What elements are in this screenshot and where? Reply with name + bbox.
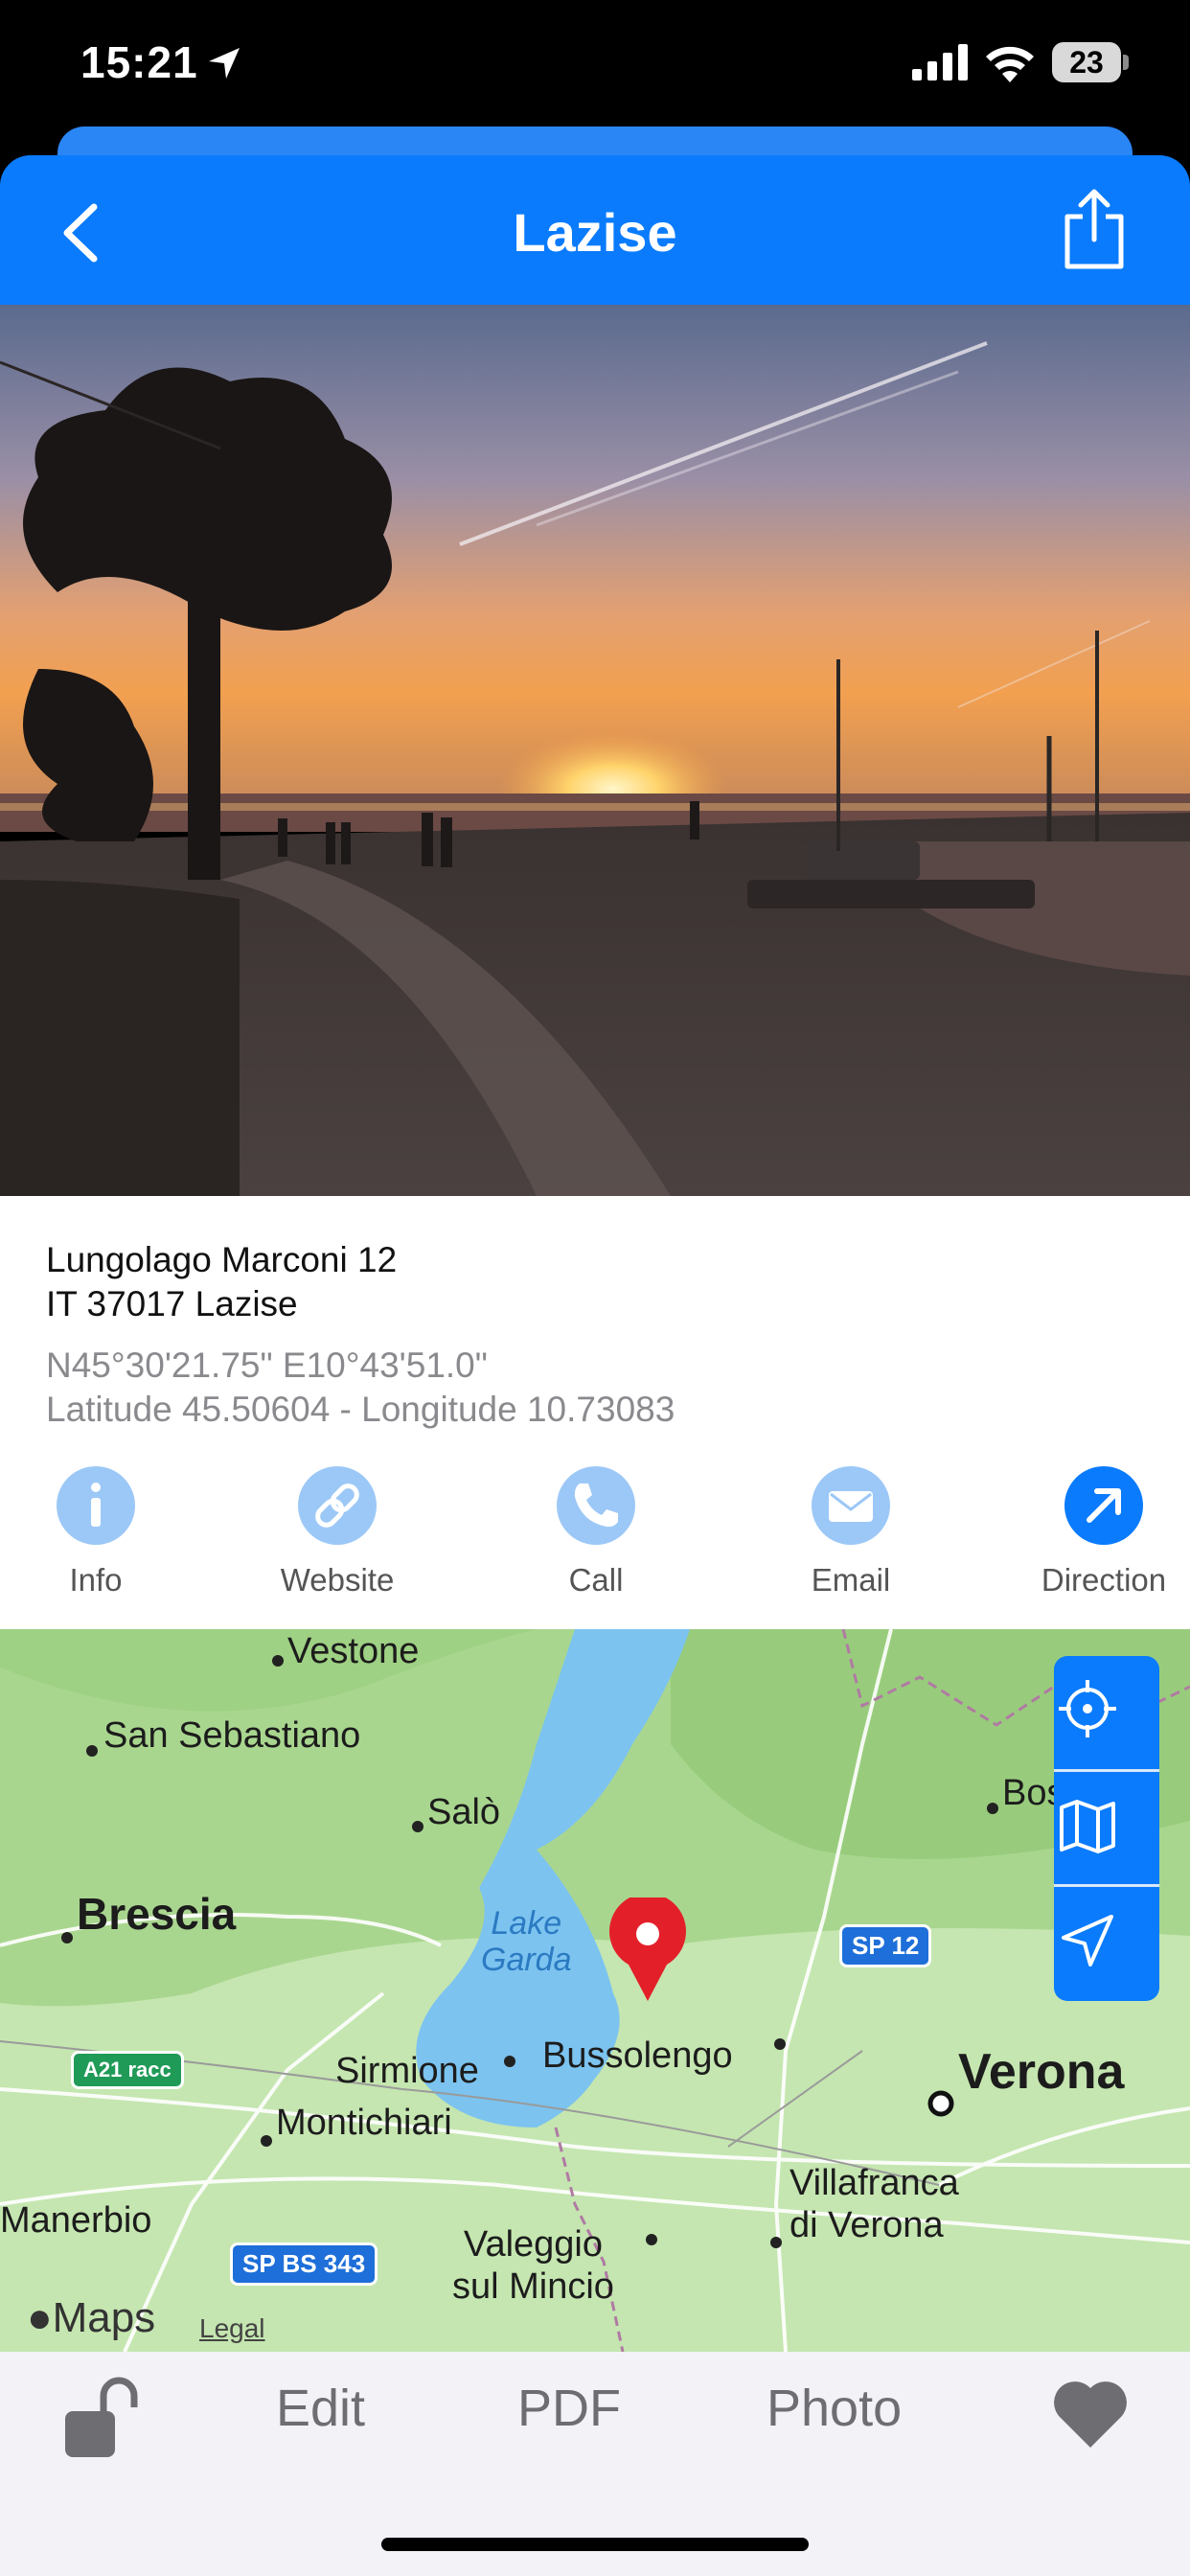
location-photo[interactable] (0, 305, 1190, 1196)
direction-button[interactable]: Direction (1008, 1466, 1190, 1598)
address-street: Lungolago Marconi 12 (46, 1240, 398, 1279)
wifi-icon (986, 46, 1034, 82)
info-button[interactable]: Info (0, 1466, 192, 1598)
map-controls (1054, 1656, 1159, 2001)
battery-indicator: 23 (1052, 42, 1129, 82)
map-label-manerbio: Manerbio (0, 2200, 152, 2241)
map-label-san-sebastiano: San Sebastiano (103, 1715, 361, 1756)
cellular-signal-icon (912, 44, 968, 80)
edit-button[interactable]: Edit (276, 2379, 365, 2438)
pdf-button[interactable]: PDF (517, 2379, 621, 2438)
website-label: Website (280, 1562, 395, 1598)
email-button[interactable]: Email (755, 1466, 947, 1598)
road-badge-a21: A21 racc (71, 2051, 184, 2089)
map-type-icon[interactable] (1054, 1792, 1121, 1859)
status-time: 15:21 (80, 37, 198, 87)
map-label-lake-garda: Lake Garda (481, 1905, 572, 1978)
direction-label: Direction (1041, 1562, 1167, 1598)
website-button[interactable]: Website (241, 1466, 433, 1598)
direction-arrow-icon (1087, 1488, 1121, 1523)
photo-button[interactable]: Photo (767, 2379, 902, 2438)
coordinates-dms: N45°30'21.75" E10°43'51.0" (46, 1346, 488, 1385)
road-badge-spbs343: SP BS 343 (230, 2242, 378, 2286)
favorite-heart-icon[interactable] (1050, 2375, 1131, 2451)
home-indicator (381, 2538, 809, 2551)
info-label: Info (69, 1562, 123, 1598)
map-label-vestone: Vestone (287, 1631, 420, 1671)
place-info-panel: Lungolago Marconi 12 IT 37017 Lazise N45… (0, 1196, 1190, 1629)
location-arrow-icon (209, 48, 240, 79)
road-badge-sp12: SP 12 (839, 1924, 932, 1967)
mail-icon (829, 1491, 873, 1522)
map-label-valeggio: Valeggio sul Mincio (452, 2224, 614, 2307)
address-city: IT 37017 Lazise (46, 1284, 298, 1323)
apple-logo-icon: ● (27, 2294, 53, 2341)
map-label-villafranca: Villafranca di Verona (790, 2163, 959, 2245)
share-button[interactable] (1060, 186, 1129, 272)
bottom-toolbar: Edit PDF Photo (0, 2352, 1190, 2576)
call-label: Call (568, 1562, 624, 1598)
unlock-icon[interactable] (61, 2373, 144, 2465)
locate-crosshair-icon[interactable] (1054, 1675, 1121, 1742)
status-bar: 15:21 23 (0, 0, 1190, 129)
map-label-bussolengo: Bussolengo (542, 2036, 733, 2076)
info-icon (91, 1483, 101, 1527)
navigation-bar: Lazise (0, 155, 1190, 305)
map-label-montichiari: Montichiari (276, 2103, 452, 2143)
sunset-harbor-image (0, 305, 1190, 1196)
apple-maps-logo: ●Maps (27, 2294, 155, 2342)
link-icon (315, 1484, 359, 1528)
legal-link[interactable]: Legal (199, 2313, 265, 2344)
battery-level: 23 (1069, 45, 1104, 80)
page-title: Lazise (513, 202, 677, 263)
map-view[interactable]: Vestone San Sebastiano Salò Bos Brescia … (0, 1629, 1190, 2352)
coordinates-decimal: Latitude 45.50604 - Longitude 10.73083 (46, 1390, 675, 1429)
phone-icon (574, 1484, 618, 1528)
map-pin-icon[interactable] (606, 1898, 690, 2003)
map-label-verona: Verona (958, 2044, 1125, 2100)
maps-attribution: Maps (52, 2294, 156, 2341)
email-label: Email (811, 1562, 891, 1598)
map-label-salo: Salò (427, 1792, 501, 1832)
map-label-brescia: Brescia (77, 1889, 237, 1939)
call-button[interactable]: Call (500, 1466, 692, 1598)
map-label-sirmione: Sirmione (335, 2051, 479, 2091)
navigation-arrow-icon[interactable] (1054, 1907, 1121, 1974)
